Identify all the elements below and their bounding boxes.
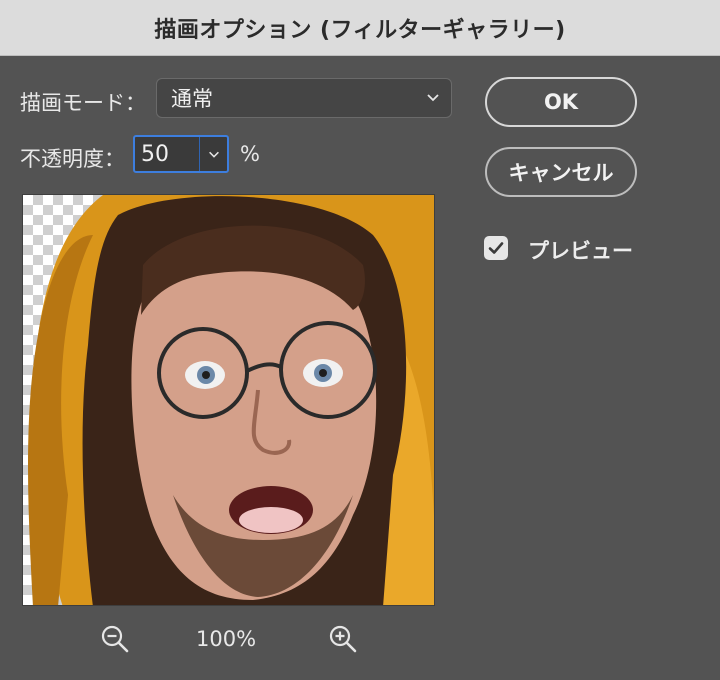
zoom-out-icon[interactable] (100, 624, 130, 654)
cancel-button[interactable]: キャンセル (485, 147, 637, 197)
portrait-preview-image (28, 195, 434, 605)
chevron-down-icon (427, 94, 439, 102)
zoom-level: 100% (196, 627, 257, 651)
opacity-dropdown-button[interactable] (199, 137, 227, 171)
opacity-label: 不透明度： (20, 147, 125, 171)
zoom-in-icon[interactable] (328, 624, 358, 654)
ok-button[interactable]: OK (485, 77, 637, 127)
opacity-field[interactable]: 50 (133, 135, 229, 173)
dialog-title: 描画オプション (フィルターギャラリー) (0, 0, 720, 56)
preview-checkbox[interactable] (484, 236, 508, 260)
chevron-down-icon (208, 151, 219, 158)
preview-checkbox-label[interactable]: プレビュー (528, 235, 633, 265)
blend-mode-value: 通常 (171, 87, 213, 111)
blend-mode-label: 描画モード： (20, 91, 146, 115)
preview-canvas[interactable] (22, 194, 435, 606)
opacity-input[interactable]: 50 (135, 137, 199, 171)
checkmark-icon (488, 242, 504, 254)
blend-mode-select[interactable]: 通常 (156, 78, 452, 118)
opacity-unit: % (240, 142, 260, 166)
